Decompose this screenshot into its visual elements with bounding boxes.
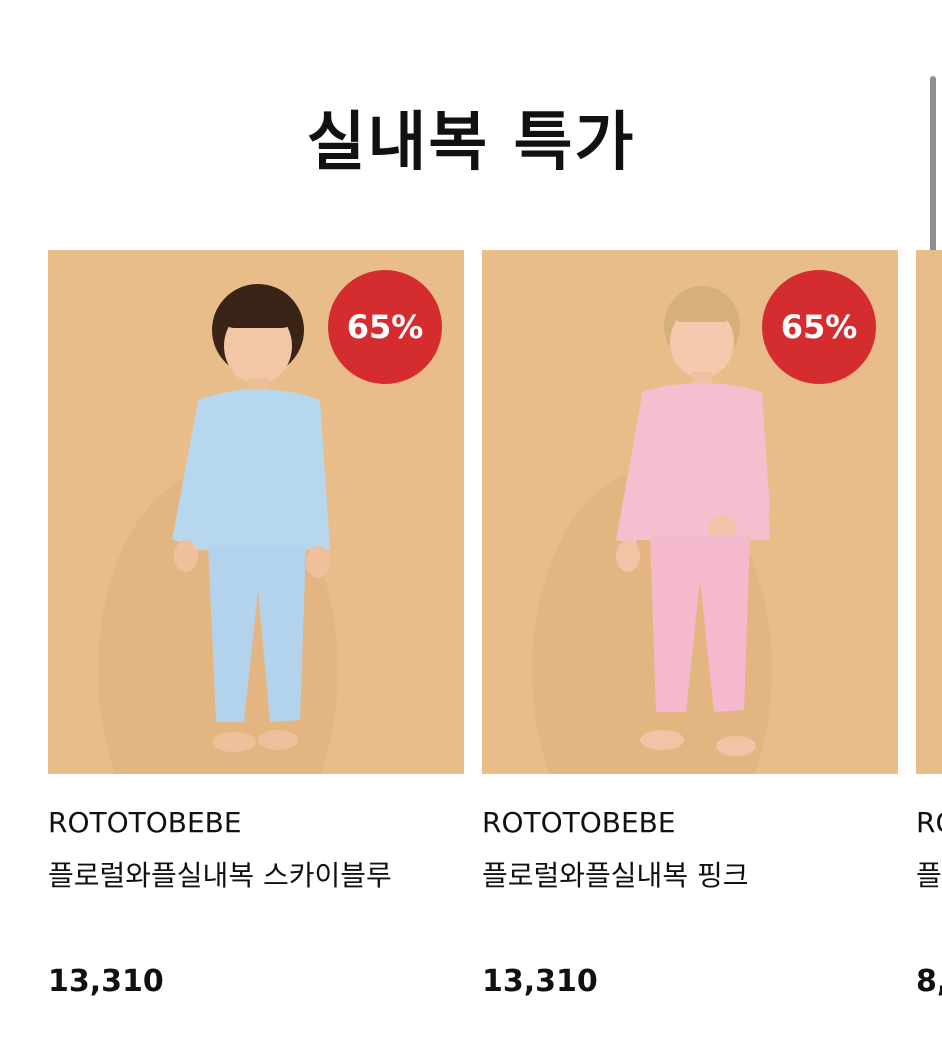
product-card[interactable]: RO 플 8, (916, 250, 942, 1030)
product-image[interactable]: 65% (48, 250, 464, 774)
discount-badge: 65% (328, 270, 442, 384)
product-image[interactable]: 65% (482, 250, 898, 774)
discount-badge: 65% (762, 270, 876, 384)
product-name[interactable]: 플로럴와플실내복 스카이블루 (48, 854, 392, 894)
product-card[interactable]: 65% ROTOTOBEBE 플로럴와플실내복 핑크 13,310 (482, 250, 898, 1030)
page: 실내복 특가 65% ROTOTOBEBE 플로럴와플실내복 스카이블루 13,… (0, 0, 942, 1058)
product-price: 13,310 (482, 964, 598, 999)
product-name[interactable]: 플 (916, 854, 942, 894)
section-title: 실내복 특가 (306, 106, 636, 180)
product-image[interactable] (916, 250, 942, 774)
product-card[interactable]: 65% ROTOTOBEBE 플로럴와플실내복 스카이블루 13,310 (48, 250, 464, 1030)
product-name[interactable]: 플로럴와플실내복 핑크 (482, 854, 749, 894)
brand-name[interactable]: ROTOTOBEBE (482, 806, 676, 839)
product-carousel[interactable]: 65% ROTOTOBEBE 플로럴와플실내복 스카이블루 13,310 65%… (48, 250, 942, 1030)
product-price: 13,310 (48, 964, 164, 999)
brand-name[interactable]: RO (916, 806, 942, 839)
product-price: 8, (916, 964, 942, 999)
brand-name[interactable]: ROTOTOBEBE (48, 806, 242, 839)
